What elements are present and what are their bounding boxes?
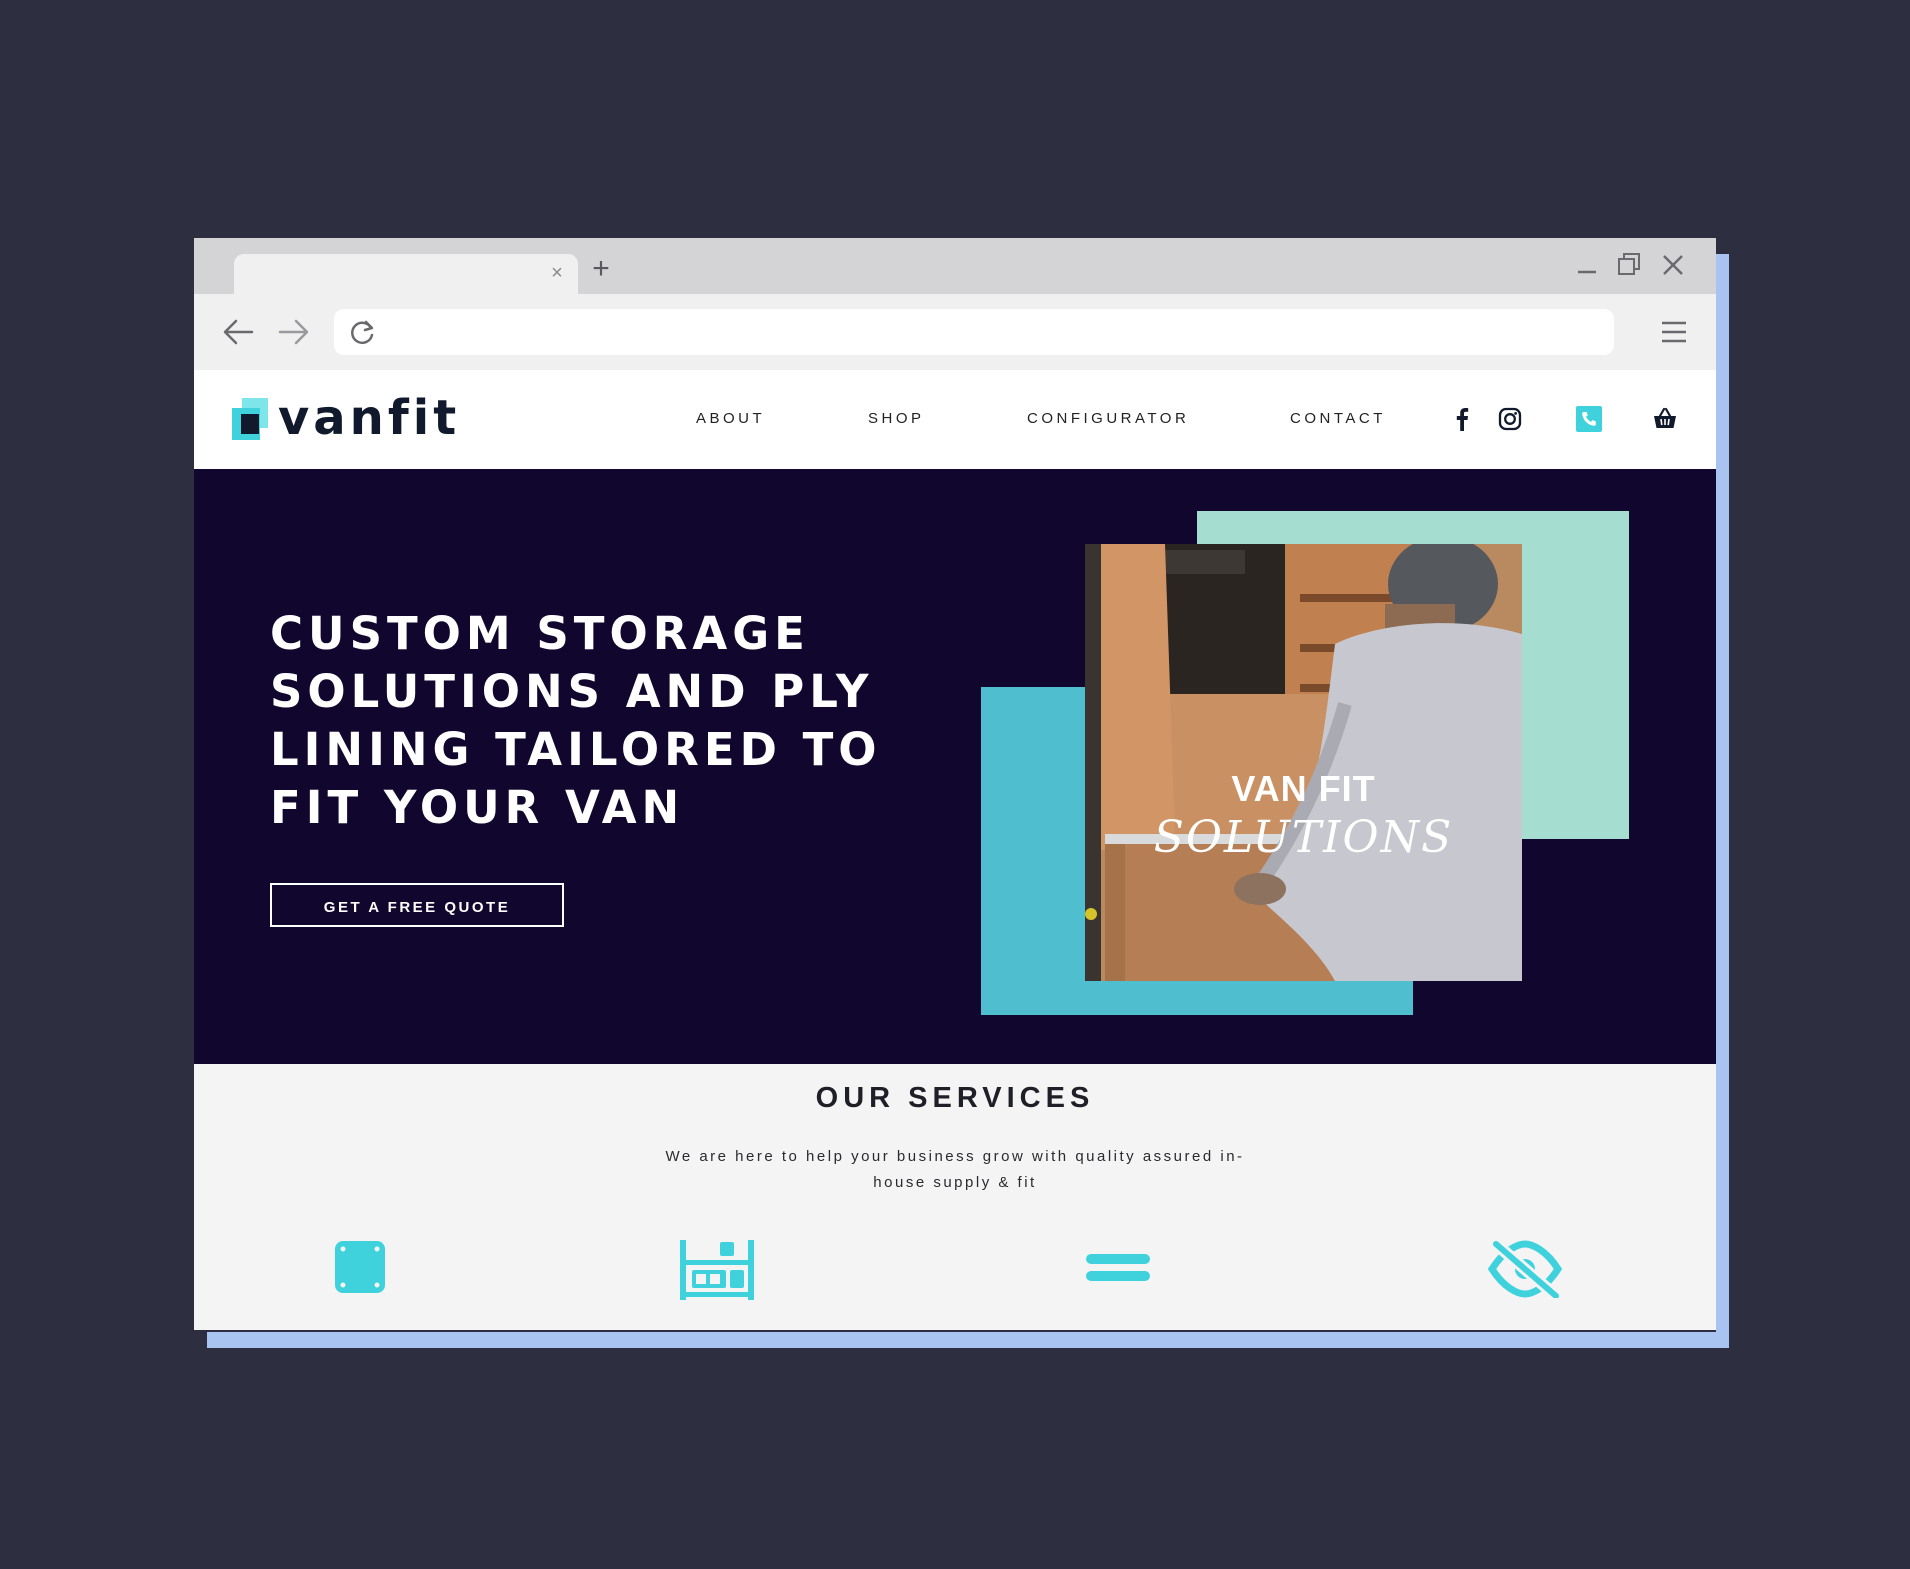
hero-video-thumbnail[interactable]: VAN FIT SOLUTIONS [1085, 544, 1522, 981]
tab-strip: × + [194, 238, 1716, 294]
address-bar[interactable] [334, 309, 1614, 355]
vanfit-logo-icon[interactable] [232, 398, 272, 442]
logo-text[interactable]: vanfit [278, 390, 460, 446]
hero-title: CUSTOM STORAGE SOLUTIONS AND PLY LINING … [270, 607, 882, 834]
menu-icon[interactable] [1658, 316, 1690, 348]
instagram-icon[interactable] [1496, 405, 1524, 433]
browser-tab[interactable]: × [234, 254, 578, 294]
facebook-icon[interactable] [1448, 405, 1476, 433]
new-tab-button[interactable]: + [584, 252, 618, 286]
nav-contact[interactable]: CONTACT [1290, 410, 1386, 427]
services-subtitle: We are here to help your business grow w… [665, 1148, 1245, 1191]
minimize-icon[interactable] [1570, 248, 1604, 282]
photo-overlay-subtitle: SOLUTIONS [1153, 812, 1454, 863]
bottom-divider [194, 1330, 1716, 1332]
services-title: OUR SERVICES [815, 1082, 1095, 1114]
services-section: OUR SERVICES We are here to help your bu… [194, 1064, 1716, 1332]
close-window-icon[interactable] [1656, 248, 1690, 282]
privacy-icon[interactable] [1488, 1240, 1562, 1298]
basket-icon[interactable] [1651, 405, 1679, 433]
browser-window: × + vanfit ABOUT SHOP CONFIGURATOR CONTA… [194, 238, 1716, 1332]
photo-overlay-title: VAN FIT [1231, 768, 1376, 809]
nav-configurator[interactable]: CONFIGURATOR [1027, 410, 1189, 427]
panel-icon[interactable] [334, 1240, 386, 1294]
restore-icon[interactable] [1612, 248, 1646, 282]
nav-about[interactable]: ABOUT [696, 410, 765, 427]
get-free-quote-button[interactable]: GET A FREE QUOTE [270, 883, 564, 927]
van-interior-photo [1085, 544, 1522, 981]
browser-toolbar [194, 294, 1716, 370]
shelving-icon[interactable] [680, 1240, 754, 1300]
forward-arrow-icon[interactable] [274, 312, 314, 352]
ply-lining-icon[interactable] [1086, 1254, 1150, 1284]
back-arrow-icon[interactable] [218, 312, 258, 352]
tab-close-icon[interactable]: × [546, 262, 568, 284]
phone-icon[interactable] [1575, 405, 1603, 433]
nav-shop[interactable]: SHOP [868, 410, 925, 427]
site-header: vanfit ABOUT SHOP CONFIGURATOR CONTACT [194, 370, 1716, 469]
hero-section: CUSTOM STORAGE SOLUTIONS AND PLY LINING … [194, 469, 1716, 1064]
reload-icon[interactable] [344, 314, 380, 350]
